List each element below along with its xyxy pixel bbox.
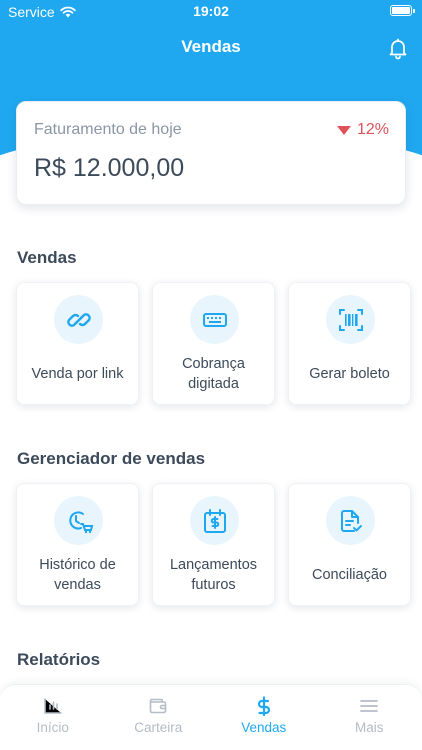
tab-label: Carteira [134, 720, 183, 735]
revenue-value: R$ 12.000,00 [34, 154, 185, 182]
link-icon [54, 295, 103, 344]
tab-label: Início [36, 720, 69, 735]
tile-label: Conciliação [312, 566, 387, 583]
section-title-vendas: Vendas [17, 248, 77, 267]
tile-label: Gerar boleto [309, 365, 390, 382]
triangle-down-icon [336, 125, 351, 135]
revenue-change: 12% [336, 121, 389, 139]
lancamentos-futuros-tile[interactable]: Lançamentos futuros [152, 483, 275, 606]
tab-inicio[interactable]: Início [0, 685, 106, 750]
revenue-card[interactable]: Faturamento de hoje 12% R$ 12.000,00 [16, 101, 406, 205]
cobranca-digitada-tile[interactable]: Cobrança digitada [152, 282, 275, 405]
bar-chart-icon [43, 698, 62, 714]
dollar-icon [257, 696, 270, 716]
section-title-relatorios: Relatórios [17, 650, 101, 669]
conciliacao-tile[interactable]: Conciliação [288, 483, 411, 606]
status-time: 19:02 [193, 3, 229, 19]
tile-label: Histórico de vendas [39, 556, 116, 593]
tab-bar: Início Carteira Vendas Mais [0, 684, 422, 750]
historico-de-vendas-tile[interactable]: Histórico de vendas [16, 483, 139, 606]
battery-icon [390, 5, 415, 16]
tab-label: Vendas [241, 720, 287, 735]
venda-por-link-tile[interactable]: Venda por link [16, 282, 139, 405]
calendar-dollar-icon [190, 496, 239, 545]
tab-label: Mais [354, 720, 384, 735]
gerar-boleto-tile[interactable]: Gerar boleto [288, 282, 411, 405]
sales-history-icon [54, 496, 103, 545]
tab-carteira[interactable]: Carteira [106, 685, 212, 750]
tile-label: Lançamentos futuros [169, 556, 258, 593]
revenue-label: Faturamento de hoje [34, 121, 182, 138]
tile-label: Venda por link [31, 365, 124, 382]
menu-icon [360, 700, 379, 712]
status-bar: Service 19:02 [0, 0, 422, 24]
page-title: Vendas [181, 37, 241, 56]
tile-label: Cobrança digitada [182, 355, 245, 392]
keyboard-icon [190, 295, 239, 344]
section-title-gerenciador: Gerenciador de vendas [17, 449, 206, 468]
wallet-icon [149, 698, 167, 714]
revenue-change-value: 12% [356, 121, 389, 138]
tab-mais[interactable]: Mais [317, 685, 422, 750]
tab-vendas[interactable]: Vendas [211, 685, 317, 750]
document-check-icon [326, 496, 375, 545]
barcode-icon [326, 295, 375, 344]
bell-icon[interactable] [386, 36, 410, 60]
